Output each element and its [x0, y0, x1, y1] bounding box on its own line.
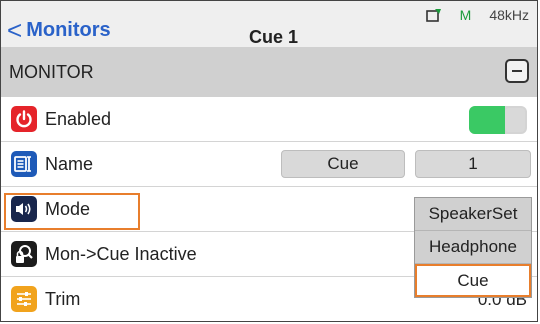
option-headphone[interactable]: Headphone	[415, 231, 531, 264]
section-header-monitor: MONITOR	[1, 47, 537, 97]
toggle-on-fill	[469, 106, 505, 134]
collapse-button[interactable]	[505, 59, 529, 83]
speaker-icon	[11, 196, 37, 222]
chevron-left-icon: <	[7, 15, 23, 45]
power-icon	[11, 106, 37, 132]
row-name: Name Cue 1	[1, 142, 537, 187]
status-area: M 48kHz	[425, 7, 529, 23]
sliders-icon	[11, 286, 37, 312]
back-label: Monitors	[26, 19, 111, 41]
enabled-toggle[interactable]	[469, 106, 527, 134]
mode-dropdown: SpeakerSet Headphone Cue	[414, 197, 532, 298]
search-lock-icon	[11, 241, 37, 267]
option-speakerset[interactable]: SpeakerSet	[415, 198, 531, 231]
row-enabled: Enabled	[1, 97, 537, 142]
app-frame: <Monitors Cue 1 M 48kHz MONITOR Enabled	[0, 0, 538, 322]
name-tag-icon	[11, 151, 37, 177]
sample-rate: 48kHz	[489, 7, 529, 23]
section-label: MONITOR	[9, 62, 94, 82]
toggle-knob	[505, 108, 525, 132]
page-title: Cue 1	[249, 27, 299, 47]
status-m: M	[459, 7, 472, 23]
name-label: Name	[45, 154, 94, 174]
back-button[interactable]: < Monitors	[7, 17, 111, 43]
mode-label: Mode	[45, 199, 91, 219]
trim-label: Trim	[45, 289, 81, 309]
option-cue[interactable]: Cue	[415, 264, 531, 297]
top-bar: < Monitors Cue 1 M 48kHz	[1, 1, 537, 48]
enabled-label: Enabled	[45, 109, 112, 129]
mon-cue-label: Mon->Cue Inactive	[45, 244, 197, 264]
name-field[interactable]: Cue	[281, 150, 405, 178]
number-field[interactable]: 1	[415, 150, 531, 178]
sync-status-icon	[425, 9, 441, 22]
